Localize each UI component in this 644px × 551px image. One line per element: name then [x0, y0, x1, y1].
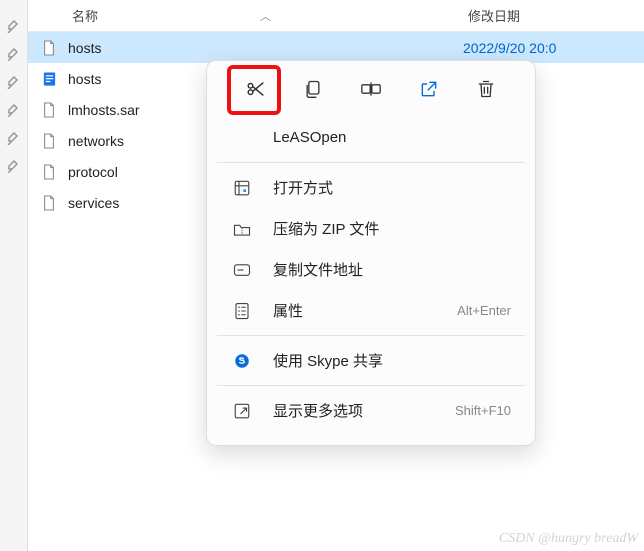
menu-item-shortcut: Alt+Enter: [457, 303, 511, 318]
menu-item-copy-path[interactable]: 复制文件地址: [207, 249, 535, 290]
menu-separator: [217, 335, 525, 336]
skype-icon: [231, 352, 253, 370]
menu-item-label: 属性: [273, 300, 457, 321]
pin-icon: [6, 101, 22, 117]
properties-icon: [231, 302, 253, 320]
file-icon: [40, 71, 58, 87]
file-row[interactable]: hosts2022/9/20 20:0: [28, 32, 644, 63]
pin-icon: [6, 129, 22, 145]
share-icon: [418, 79, 440, 99]
file-icon: [40, 133, 58, 149]
file-icon: [40, 164, 58, 180]
file-icon: [40, 102, 58, 118]
menu-item-label: 压缩为 ZIP 文件: [273, 218, 511, 239]
watermark: CSDN @hungry breadW: [499, 531, 638, 547]
zip-icon: [231, 221, 253, 237]
column-name[interactable]: 名称: [40, 6, 260, 25]
context-menu: LeASOpen打开方式压缩为 ZIP 文件复制文件地址属性Alt+Enter使…: [206, 60, 536, 446]
rename-icon: [360, 79, 382, 99]
pin-icon: [6, 45, 22, 61]
menu-item-more[interactable]: 显示更多选项Shift+F10: [207, 390, 535, 431]
menu-item-open-with[interactable]: 打开方式: [207, 167, 535, 208]
menu-item-label: 复制文件地址: [273, 259, 511, 280]
menu-item-zip[interactable]: 压缩为 ZIP 文件: [207, 208, 535, 249]
copy-button[interactable]: [301, 77, 325, 101]
delete-button[interactable]: [474, 77, 498, 101]
copy-icon: [303, 79, 323, 99]
open-with-icon: [231, 179, 253, 197]
menu-item-label: 使用 Skype 共享: [273, 350, 511, 371]
menu-separator: [217, 162, 525, 163]
menu-item-label: LeASOpen: [273, 129, 511, 146]
menu-item-label: 显示更多选项: [273, 400, 455, 421]
menu-item-label: 打开方式: [273, 177, 511, 198]
column-date[interactable]: 修改日期: [440, 6, 632, 25]
file-explorer-main: 名称 ︿ 修改日期 hosts2022/9/20 20:0hosts5/4 11…: [28, 0, 644, 551]
cut-button[interactable]: [244, 77, 268, 101]
trash-icon: [476, 78, 496, 100]
sort-indicator: ︿: [260, 8, 440, 24]
file-date: 2022/9/20 20:0: [463, 40, 632, 56]
context-menu-items: LeASOpen打开方式压缩为 ZIP 文件复制文件地址属性Alt+Enter使…: [207, 113, 535, 435]
file-icon: [40, 40, 58, 56]
pin-icon: [6, 157, 22, 173]
menu-item-shortcut: Shift+F10: [455, 403, 511, 418]
menu-item-properties[interactable]: 属性Alt+Enter: [207, 290, 535, 331]
menu-item-app[interactable]: LeASOpen: [207, 117, 535, 158]
pin-icon: [6, 73, 22, 89]
file-icon: [40, 195, 58, 211]
menu-item-skype[interactable]: 使用 Skype 共享: [207, 340, 535, 381]
share-button[interactable]: [417, 77, 441, 101]
menu-separator: [217, 385, 525, 386]
scissors-icon: [245, 78, 267, 100]
rename-button[interactable]: [359, 77, 383, 101]
pin-icon: [6, 17, 22, 33]
context-menu-toolbar: [207, 67, 535, 113]
sidebar-pins: [0, 0, 28, 551]
more-icon: [231, 402, 253, 420]
file-name: hosts: [68, 40, 463, 56]
copy-path-icon: [231, 263, 253, 277]
column-header[interactable]: 名称 ︿ 修改日期: [28, 0, 644, 32]
